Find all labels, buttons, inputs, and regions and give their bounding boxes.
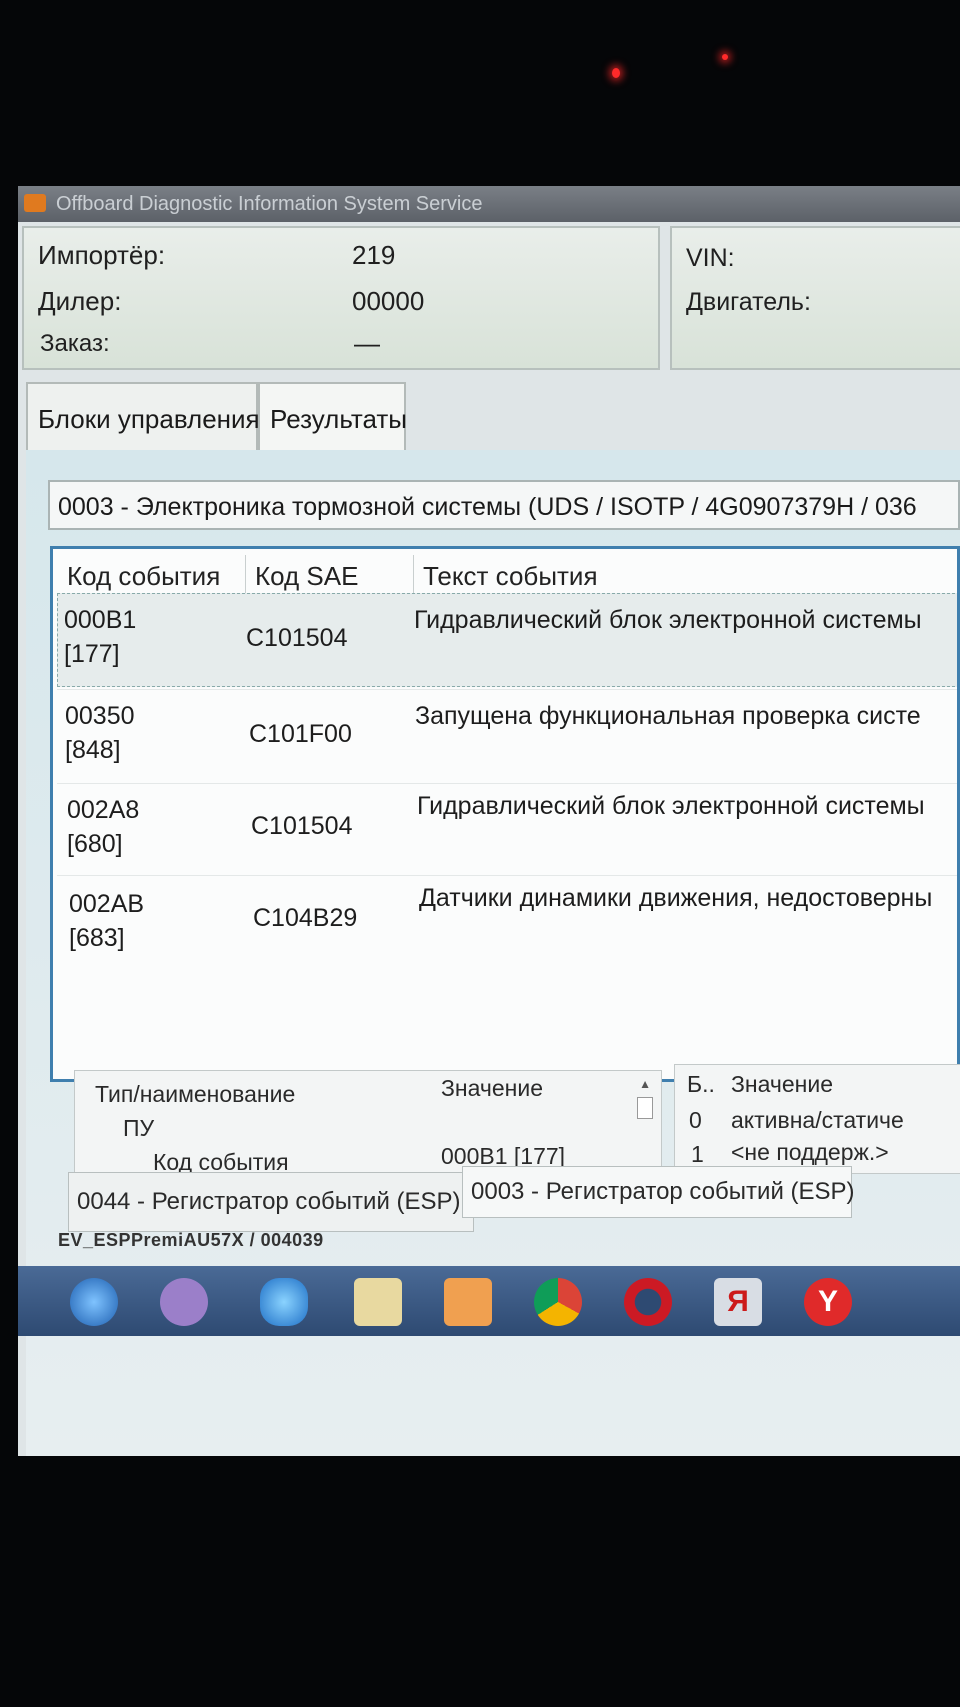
tab-event-recorder-0003[interactable]: 0003 - Регистратор событий (ESP) <box>462 1166 855 1218</box>
vehicle-info-panel: Импортёр: 219 Дилер: 00000 Заказ: — <box>22 226 660 370</box>
event-code: 002A8 <box>67 796 140 824</box>
event-text: Запущена функциональная проверка систе <box>415 702 921 730</box>
table-row[interactable]: 000B1 [177] C101504 Гидравлический блок … <box>57 593 957 687</box>
events-table[interactable]: Код события Код SAE Текст события 000B1 … <box>50 546 960 1082</box>
event-details-panel: Тип/наименование Значение ПУ Код события… <box>74 1070 662 1180</box>
column-divider <box>245 555 246 595</box>
app-icon <box>24 194 46 212</box>
table-row[interactable]: 002AB [683] C104B29 Датчики динамики дви… <box>57 875 957 968</box>
event-code: 000B1 <box>64 606 137 634</box>
table-row[interactable]: 002A8 [680] C101504 Гидравлический блок … <box>57 783 957 876</box>
bit-index: 0 <box>689 1107 702 1133</box>
event-number: [683] <box>69 924 125 952</box>
internet-explorer-icon[interactable] <box>260 1278 308 1326</box>
event-code: 00350 <box>65 702 135 730</box>
windows-taskbar: Я Y <box>18 1266 960 1336</box>
status-bar-text: EV_ESPPremiAU57X / 004039 <box>58 1230 324 1250</box>
col-header-sae-code[interactable]: Код SAE <box>255 561 358 592</box>
event-text: Гидравлический блок электронной системы <box>417 792 925 820</box>
details-item-pu: ПУ <box>123 1115 155 1141</box>
event-number: [848] <box>65 736 121 764</box>
opera-icon[interactable] <box>624 1278 672 1326</box>
tab-control-units[interactable]: Блоки управления <box>26 382 260 452</box>
event-text: Датчики динамики движения, недостоверны <box>419 884 933 912</box>
sae-code: C101504 <box>246 624 348 652</box>
details-col-type: Тип/наименование <box>95 1081 296 1107</box>
microphone-icon[interactable] <box>160 1278 208 1326</box>
bit-value: активна/статиче <box>731 1107 904 1133</box>
dealer-label: Дилер: <box>38 286 122 316</box>
importer-value: 219 <box>352 240 396 270</box>
scrollbar-thumb[interactable] <box>637 1097 653 1119</box>
bit-index: 1 <box>691 1141 704 1167</box>
dealer-value: 00000 <box>352 286 425 316</box>
event-code: 002AB <box>69 890 145 918</box>
details-col-value: Значение <box>441 1075 543 1101</box>
led-light <box>722 54 728 60</box>
monitor-screen: Offboard Diagnostic Information System S… <box>18 186 960 1456</box>
module-selector[interactable]: 0003 - Электроника тормозной системы (UD… <box>48 480 960 530</box>
yandex-icon[interactable]: Я <box>714 1278 762 1326</box>
vin-info-panel: VIN: Двигатель: <box>670 226 960 370</box>
sae-code: C101F00 <box>249 720 352 748</box>
scroll-up-arrow-icon[interactable]: ▲ <box>639 1077 651 1091</box>
window-titlebar[interactable]: Offboard Diagnostic Information System S… <box>18 186 960 222</box>
media-player-icon[interactable] <box>444 1278 492 1326</box>
order-label: Заказ: <box>40 330 110 357</box>
event-number: [680] <box>67 830 123 858</box>
sae-code: C104B29 <box>253 904 358 932</box>
tab-results[interactable]: Результаты <box>258 382 407 452</box>
bit-value: <не поддерж.> <box>731 1139 889 1165</box>
start-orb-icon[interactable] <box>70 1278 118 1326</box>
led-light <box>612 68 620 78</box>
window-title: Offboard Diagnostic Information System S… <box>56 193 483 215</box>
order-value: — <box>354 328 380 358</box>
engine-label: Двигатель: <box>686 288 811 316</box>
sae-code: C101504 <box>251 812 353 840</box>
tab-event-recorder-0044[interactable]: 0044 - Регистратор событий (ESP) <box>68 1172 474 1232</box>
chrome-icon[interactable] <box>534 1278 582 1326</box>
bits-col-b: Б.. <box>687 1071 715 1097</box>
table-row[interactable]: 00350 [848] C101F00 Запущена функциональ… <box>57 689 957 782</box>
bits-col-value: Значение <box>731 1071 833 1097</box>
event-number: [177] <box>64 640 120 668</box>
status-bits-panel: Б.. Значение 0 активна/статиче 1 <не под… <box>674 1064 960 1174</box>
col-header-event-text[interactable]: Текст события <box>423 561 598 592</box>
col-header-event-code[interactable]: Код события <box>67 561 220 592</box>
column-divider <box>413 555 414 595</box>
file-explorer-icon[interactable] <box>354 1278 402 1326</box>
importer-label: Импортёр: <box>38 240 166 270</box>
vin-label: VIN: <box>686 244 735 272</box>
yandex-browser-icon[interactable]: Y <box>804 1278 852 1326</box>
event-text: Гидравлический блок электронной системы <box>414 606 922 634</box>
